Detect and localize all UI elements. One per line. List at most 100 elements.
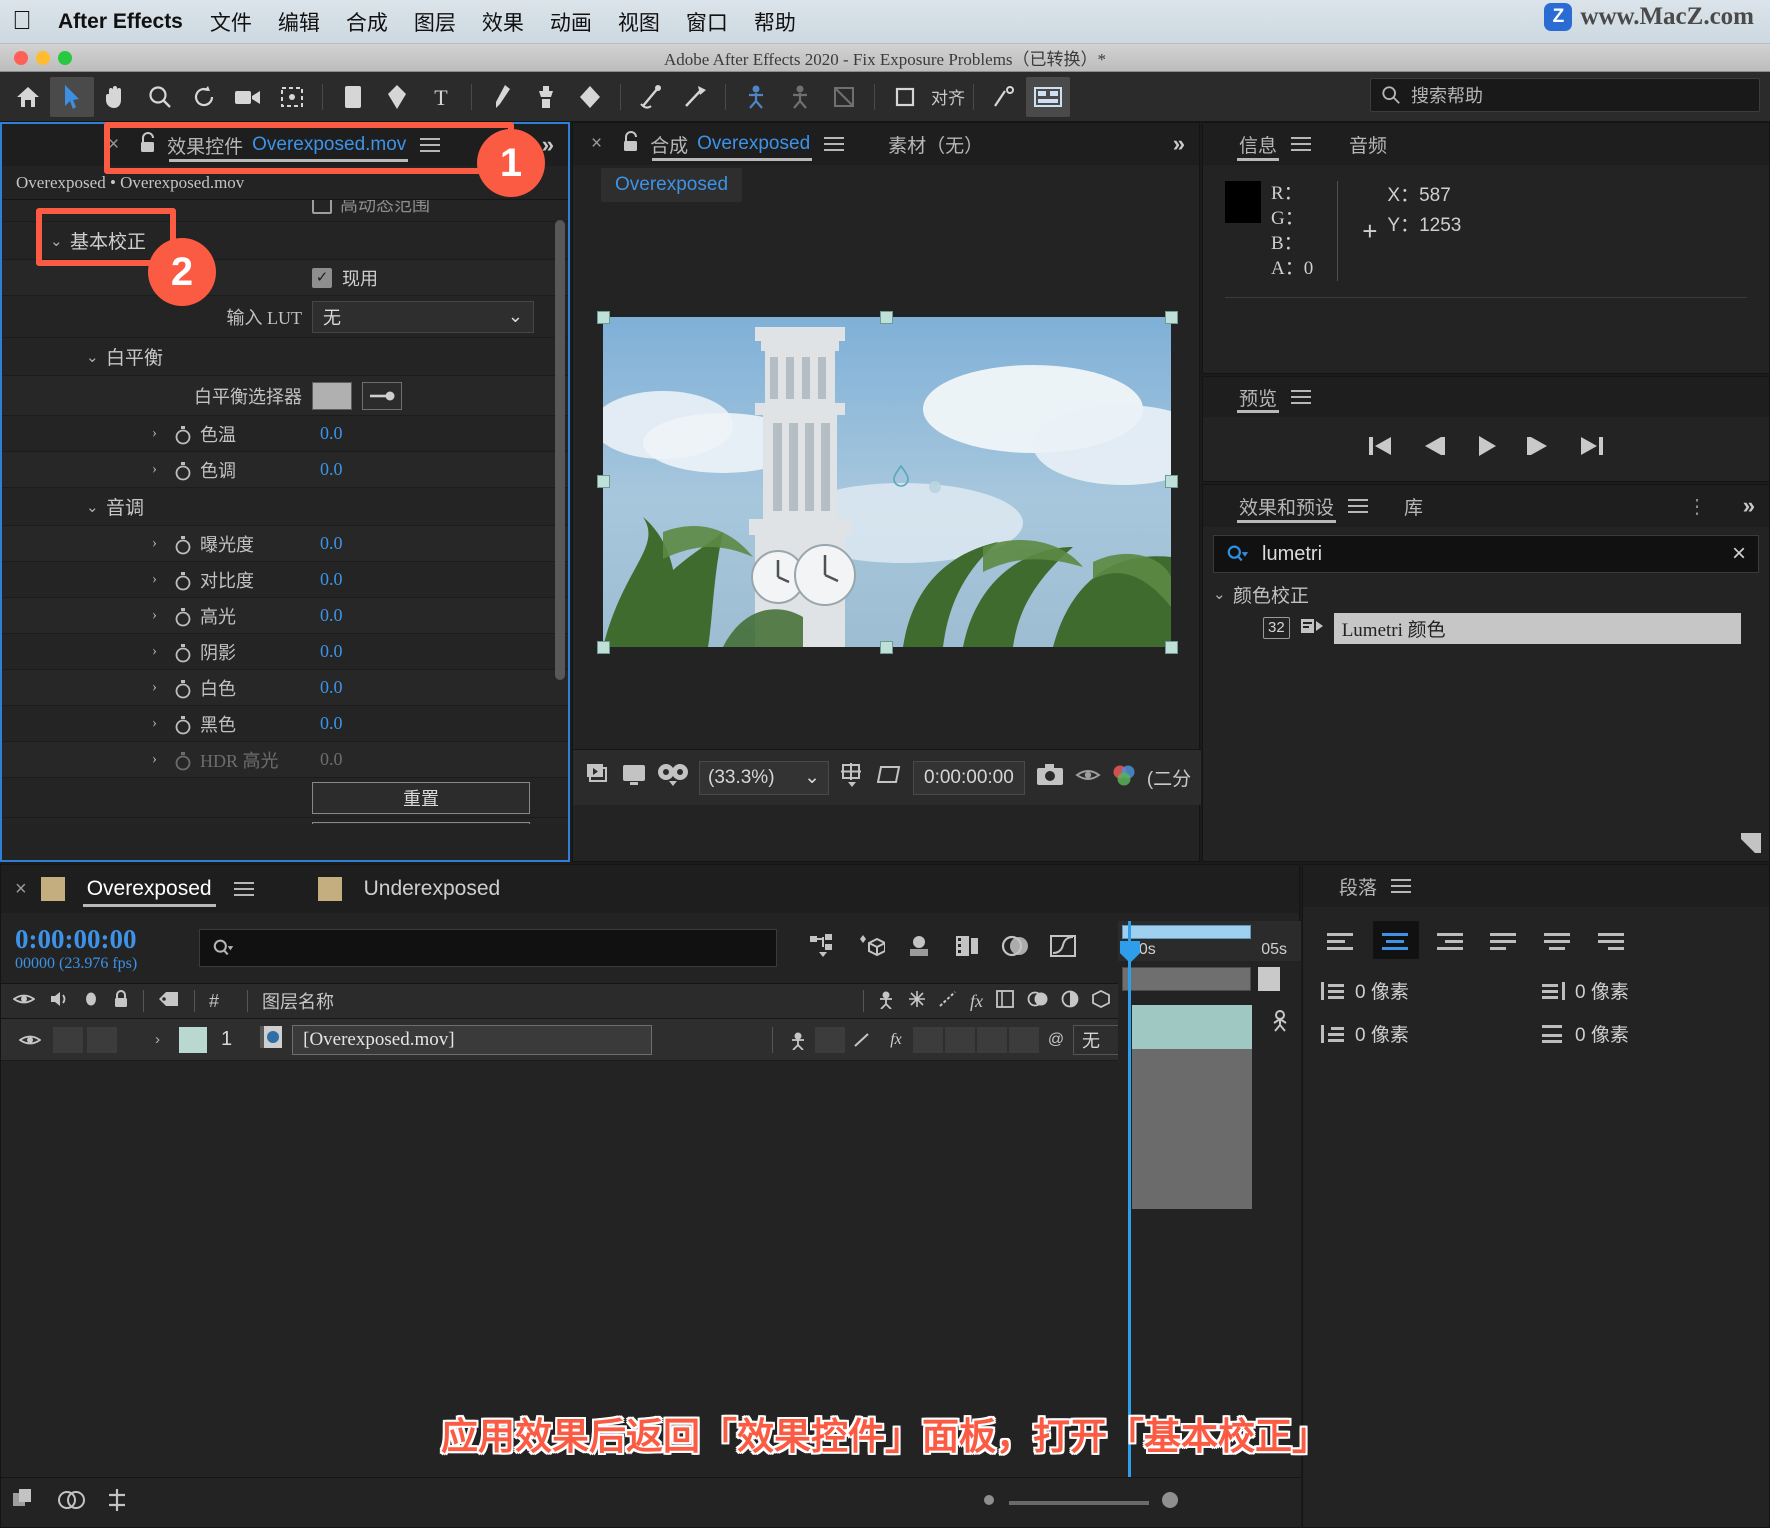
selection-handle-ml[interactable]: [597, 475, 610, 488]
menu-app-name[interactable]: After Effects: [44, 10, 197, 34]
motion-blur-switch-icon[interactable]: [1027, 990, 1049, 1013]
region-of-interest-icon[interactable]: [876, 763, 903, 792]
layer-clip-extension[interactable]: [1132, 1049, 1252, 1209]
draft-3d-icon[interactable]: [857, 933, 886, 964]
param-value[interactable]: 0.0: [312, 569, 343, 590]
camera-tool-icon[interactable]: [226, 77, 270, 117]
effects-list-item-lumetri[interactable]: 32 Lumetri 颜色: [1203, 612, 1769, 644]
align-left-icon[interactable]: [1319, 921, 1365, 959]
tab-overflow-icon[interactable]: ⋮: [1687, 494, 1707, 519]
tab-timeline-overexposed[interactable]: Overexposed: [71, 865, 228, 913]
indent-right-field[interactable]: 0 像素: [1539, 977, 1749, 1004]
chevron-right-icon[interactable]: ›: [152, 425, 166, 442]
always-preview-icon[interactable]: [585, 762, 611, 793]
stopwatch-icon[interactable]: [174, 461, 192, 480]
chevron-right-icon[interactable]: ›: [152, 535, 166, 552]
solo-icon[interactable]: [83, 991, 99, 1012]
lock-icon[interactable]: [139, 131, 157, 159]
roto-brush-icon[interactable]: [629, 77, 673, 117]
timeline-search-field[interactable]: [199, 929, 777, 967]
row-fx-icon[interactable]: fx: [879, 1031, 913, 1049]
layer-clip-bar[interactable]: [1132, 1005, 1252, 1049]
row-audio-cell[interactable]: [53, 1026, 83, 1053]
timeline-layer-row[interactable]: › 1 [Overexposed.mov] fx @ 无: [1, 1019, 1299, 1061]
menu-item-edit[interactable]: 编辑: [265, 7, 333, 37]
row-solo-cell[interactable]: [87, 1026, 117, 1053]
row-lock-cell[interactable]: [121, 1027, 151, 1053]
param-value[interactable]: 0.0: [312, 677, 343, 698]
tab-footage[interactable]: 素材（无）: [874, 123, 997, 165]
panel-resize-handle-icon[interactable]: [1739, 831, 1761, 853]
close-tab-icon[interactable]: ×: [591, 133, 602, 155]
audio-icon[interactable]: [49, 990, 69, 1013]
param-row-whites[interactable]: › 白色 0.0: [2, 670, 568, 706]
composition-mini-flowchart-icon[interactable]: [809, 933, 837, 964]
selection-tool-icon[interactable]: [50, 76, 94, 117]
selection-handle-bc[interactable]: [880, 641, 893, 654]
collapse-switch-icon[interactable]: [908, 990, 926, 1013]
composition-viewer-stage[interactable]: (33.3%) ⌄ 0:00:00:00 (二分: [573, 205, 1201, 805]
stopwatch-icon[interactable]: [174, 607, 192, 626]
resolution-icon[interactable]: [839, 762, 867, 793]
frame-blend-switch-icon[interactable]: [995, 989, 1015, 1013]
justify-last-center-icon[interactable]: [1535, 921, 1581, 959]
stopwatch-icon[interactable]: [174, 643, 192, 662]
tab-effects-presets[interactable]: 效果和预设: [1225, 485, 1348, 527]
param-value[interactable]: 0.0: [312, 533, 343, 554]
pen-tool-icon[interactable]: [375, 77, 419, 117]
clone-stamp-tool-icon[interactable]: [524, 77, 568, 117]
channels-icon[interactable]: [1111, 763, 1137, 792]
refine-edge-icon[interactable]: [673, 77, 717, 117]
panel-menu-icon[interactable]: [233, 878, 254, 900]
selection-handle-tc[interactable]: [880, 311, 893, 324]
input-lut-dropdown[interactable]: 无 ⌄: [312, 300, 534, 333]
frame-blending-icon[interactable]: [953, 933, 981, 964]
apple-logo-icon[interactable]: : [0, 7, 44, 37]
param-value[interactable]: 0.0: [312, 459, 343, 480]
align-right-icon[interactable]: [1427, 921, 1473, 959]
group-white-balance[interactable]: ⌄ 白平衡: [2, 338, 568, 376]
menu-item-file[interactable]: 文件: [197, 7, 265, 37]
group-tone[interactable]: ⌄ 音调: [2, 488, 568, 526]
hide-shy-layers-icon[interactable]: [905, 933, 933, 964]
param-row-highlights[interactable]: › 高光 0.0: [2, 598, 568, 634]
selection-handle-br[interactable]: [1165, 641, 1178, 654]
zoom-tool-icon[interactable]: [138, 77, 182, 117]
panel-menu-icon[interactable]: [1291, 133, 1312, 155]
puppet-pin-icon[interactable]: [734, 77, 778, 117]
effect-parameters-list[interactable]: 高动态范围 ⌄ 基本校正 ✓ 现用 输入 LUT 无 ⌄ ⌄ 白平衡 白平衡选择…: [2, 200, 568, 824]
tab-audio[interactable]: 音频: [1335, 123, 1401, 165]
timeline-zoom-out-icon[interactable]: [979, 1490, 999, 1515]
stopwatch-icon[interactable]: [174, 715, 192, 734]
expand-panels-icon[interactable]: »: [1743, 493, 1755, 519]
panel-menu-icon[interactable]: [420, 134, 441, 156]
comp-marker-bin-icon[interactable]: [1258, 967, 1280, 991]
next-frame-icon[interactable]: [1524, 434, 1552, 463]
row-layer-name[interactable]: [Overexposed.mov]: [292, 1024, 653, 1055]
3d-layer-switch-icon[interactable]: [1091, 989, 1111, 1013]
shape-tool-icon[interactable]: [331, 77, 375, 117]
param-row-wb-selector[interactable]: 白平衡选择器: [2, 376, 568, 416]
layer-pick-whip-icon[interactable]: [1267, 1007, 1293, 1038]
chevron-down-icon[interactable]: ⌄: [86, 348, 100, 366]
chevron-right-icon[interactable]: ›: [152, 679, 166, 696]
row-quality-icon[interactable]: [845, 1031, 879, 1049]
pan-behind-tool-icon[interactable]: [270, 77, 314, 117]
indent-left-field[interactable]: 0 像素: [1319, 977, 1529, 1004]
tab-preview[interactable]: 预览: [1225, 377, 1291, 417]
chevron-down-icon[interactable]: ⌄: [1213, 585, 1227, 604]
param-row-tint[interactable]: › 色调 0.0: [2, 452, 568, 488]
chevron-right-icon[interactable]: ›: [152, 571, 166, 588]
close-tab-icon[interactable]: ×: [108, 134, 119, 156]
panel-menu-icon[interactable]: [1391, 875, 1412, 897]
eraser-tool-icon[interactable]: [568, 77, 612, 117]
timeline-zoom-slider[interactable]: [1009, 1500, 1149, 1505]
wb-color-swatch[interactable]: [312, 381, 352, 410]
comp-name-chip[interactable]: Overexposed: [601, 168, 743, 202]
align-center-icon[interactable]: [1373, 921, 1419, 959]
stopwatch-icon[interactable]: [174, 679, 192, 698]
clear-search-icon[interactable]: ×: [1732, 540, 1746, 568]
timeline-zoom-in-icon[interactable]: [1159, 1489, 1181, 1516]
lock-icon[interactable]: [113, 989, 129, 1013]
layer-name-header[interactable]: 图层名称: [262, 988, 334, 1014]
